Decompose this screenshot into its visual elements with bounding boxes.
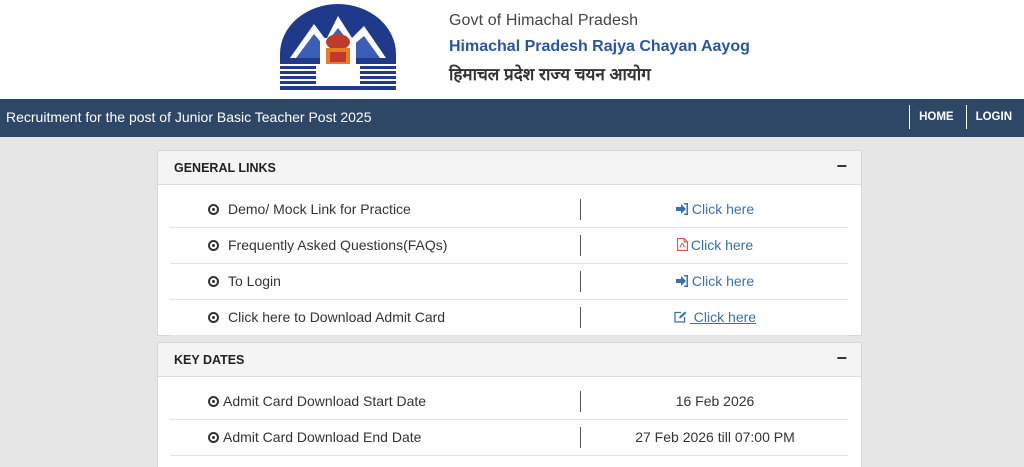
collapse-icon[interactable]: − xyxy=(836,156,847,177)
date-label: Admit Card Download Start Date xyxy=(223,393,427,409)
general-links-header[interactable]: GENERAL LINKS − xyxy=(158,151,861,185)
login-click-link[interactable]: Click here xyxy=(675,273,754,290)
faqs-pdf-link[interactable]: Click here xyxy=(676,237,753,254)
divider xyxy=(580,271,581,292)
circle-dot-icon xyxy=(208,239,219,251)
general-links-title: GENERAL LINKS xyxy=(174,161,276,175)
circle-dot-icon xyxy=(208,275,219,287)
link-label: Click here to Download Admit Card xyxy=(228,309,446,325)
nav-links: HOME LOGIN xyxy=(909,105,1024,131)
list-item: To Login Click here xyxy=(170,264,848,300)
circle-dot-icon xyxy=(208,431,219,443)
site-header: Govt of Himachal Pradesh Himachal Prades… xyxy=(0,0,1024,99)
login-link[interactable]: LOGIN xyxy=(965,105,1024,129)
key-dates-header[interactable]: KEY DATES − xyxy=(158,343,861,377)
sign-in-icon xyxy=(675,274,689,290)
list-item: Frequently Asked Questions(FAQs) Click h… xyxy=(170,228,848,264)
admit-card-link[interactable]: Click here xyxy=(674,309,756,325)
table-row: Admit Card Download End Date 27 Feb 2026… xyxy=(170,420,848,456)
home-link[interactable]: HOME xyxy=(909,105,966,129)
edit-icon xyxy=(674,310,687,326)
divider xyxy=(580,307,581,328)
top-navbar: Recruitment for the post of Junior Basic… xyxy=(0,99,1024,137)
himachal-emblem-logo xyxy=(276,4,400,96)
date-label: Admit Card Download End Date xyxy=(223,429,422,445)
circle-dot-icon xyxy=(208,203,219,215)
circle-dot-icon xyxy=(208,311,219,323)
general-links-panel: GENERAL LINKS − Demo/ Mock Link for Prac… xyxy=(157,150,862,336)
link-label: To Login xyxy=(228,273,281,289)
table-row: Admit Card Download Start Date 16 Feb 20… xyxy=(170,384,848,420)
list-item: Demo/ Mock Link for Practice Click here xyxy=(170,192,848,228)
link-label: Frequently Asked Questions(FAQs) xyxy=(228,237,448,253)
page-title: Recruitment for the post of Junior Basic… xyxy=(6,109,372,125)
list-item: Click here to Download Admit Card Click … xyxy=(170,300,848,336)
link-label: Demo/ Mock Link for Practice xyxy=(228,201,411,217)
brand-text: Govt of Himachal Pradesh Himachal Prades… xyxy=(449,12,750,85)
pdf-icon xyxy=(676,237,688,254)
circle-dot-icon xyxy=(208,395,219,407)
key-dates-panel: KEY DATES − Admit Card Download Start Da… xyxy=(157,342,862,467)
key-dates-title: KEY DATES xyxy=(174,353,245,367)
org-name-english: Himachal Pradesh Rajya Chayan Aayog xyxy=(449,38,750,55)
divider xyxy=(580,427,581,448)
date-value: 16 Feb 2026 xyxy=(675,393,755,409)
collapse-icon[interactable]: − xyxy=(836,348,847,369)
govt-title: Govt of Himachal Pradesh xyxy=(449,12,639,29)
sign-in-icon xyxy=(675,202,689,218)
divider xyxy=(580,391,581,412)
org-name-hindi: हिमाचल प्रदेश राज्य चयन आयोग xyxy=(449,65,651,84)
divider xyxy=(580,199,581,220)
date-value: 27 Feb 2026 till 07:00 PM xyxy=(635,429,795,445)
divider xyxy=(580,235,581,256)
demo-mock-link[interactable]: Click here xyxy=(675,201,754,218)
